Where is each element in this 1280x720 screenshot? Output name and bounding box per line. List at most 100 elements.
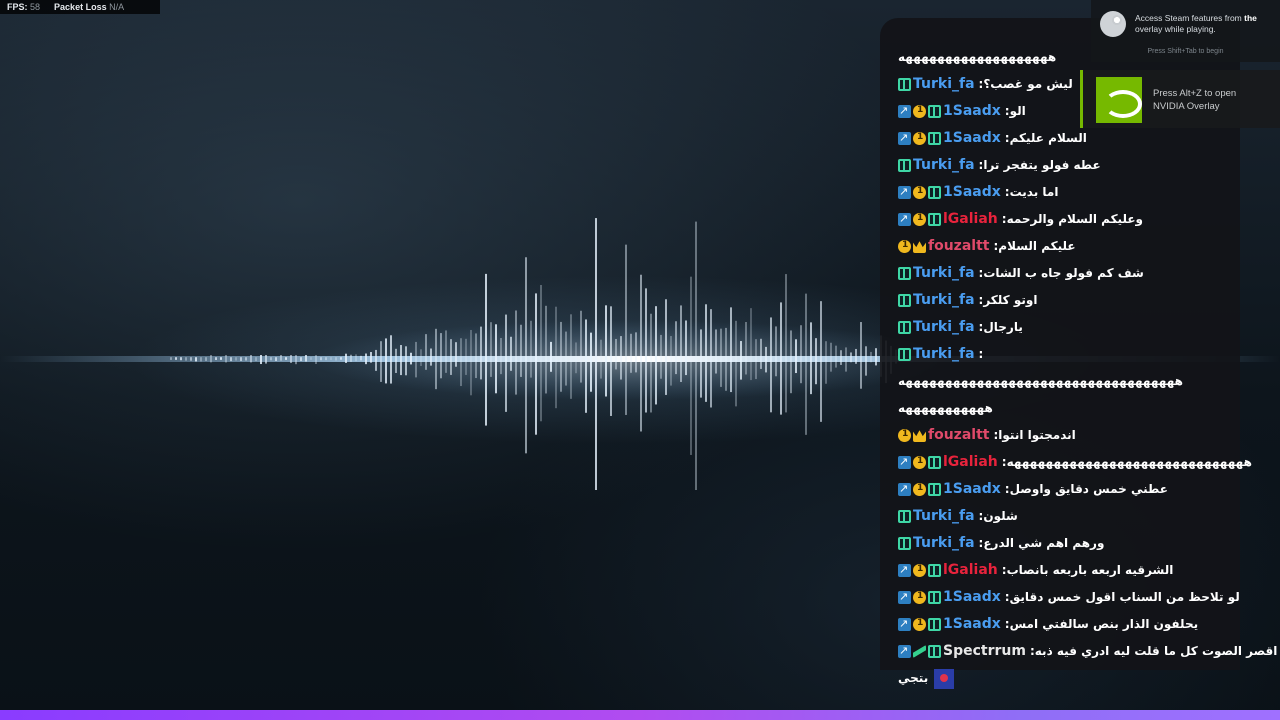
- green-badge-icon: [898, 159, 911, 172]
- waveform-bar: [385, 338, 387, 384]
- chat-message-text: لو تلاحظ من السناب اقول خمس دقايق: [1009, 590, 1240, 604]
- chat-username[interactable]: Turki_fa: [913, 530, 975, 557]
- waveform-bar: [660, 334, 662, 379]
- waveform-bar: [795, 339, 797, 374]
- waveform-bar: [310, 357, 312, 360]
- waveform-bar: [770, 317, 772, 413]
- chat-username[interactable]: fouzaltt: [928, 233, 989, 260]
- waveform-bar: [670, 336, 672, 386]
- chat-username[interactable]: Spectrrum: [943, 638, 1026, 665]
- chat-message: 1Saadx: اما بديت: [898, 178, 1238, 206]
- waveform-bar: [790, 330, 792, 394]
- chat-username[interactable]: Turki_fa: [913, 260, 975, 287]
- chat-message-text: وعليكم السلام والرحمه: [1006, 212, 1144, 226]
- waveform-bar: [520, 324, 522, 377]
- waveform-bar: [280, 355, 282, 361]
- gold-badge-icon: [913, 610, 926, 637]
- chat-message: Turki_fa:: [898, 341, 1238, 368]
- gold-badge-icon: [913, 475, 926, 502]
- chat-username[interactable]: 1Saadx: [943, 611, 1001, 638]
- waveform-bar: [220, 357, 222, 360]
- waveform-bar: [830, 342, 832, 372]
- chat-message: هههههههههههه: [898, 395, 1238, 422]
- chat-username[interactable]: Turki_fa: [913, 503, 975, 530]
- waveform-bar: [445, 330, 447, 373]
- waveform-bar: [755, 339, 757, 380]
- waveform-bar: [320, 357, 322, 361]
- chat-message: lGaliah: الشرقيه اربعه باربعه بانصاب: [898, 556, 1238, 584]
- waveform-bar: [375, 349, 377, 371]
- gold-badge-icon: [913, 178, 926, 205]
- chat-username[interactable]: Turki_fa: [913, 71, 975, 98]
- waveform-bar: [780, 302, 782, 415]
- chat-message: هههههههههههههههههههههههههههههههههههه: [898, 368, 1238, 395]
- green-badge-icon: [898, 321, 911, 334]
- chat-message: Turki_fa: ورهم اهم شي الدرع: [898, 530, 1238, 557]
- chat-message: lGaliah: ههههههههههههههههههههههههههههههه: [898, 448, 1252, 476]
- waveform-bar: [550, 341, 552, 372]
- green-badge-icon: [928, 591, 941, 604]
- nvidia-logo-icon: [1096, 77, 1142, 123]
- blue-badge-icon: [898, 556, 911, 583]
- chat-username[interactable]: lGaliah: [943, 206, 998, 233]
- gold-badge-icon: [913, 205, 926, 232]
- blue-badge-icon: [898, 583, 911, 610]
- waveform-bar: [615, 338, 617, 370]
- waveform-bar: [710, 309, 712, 408]
- chat-username[interactable]: 1Saadx: [943, 584, 1001, 611]
- waveform-bar: [335, 357, 337, 361]
- waveform-bar: [405, 346, 407, 376]
- chat-message: Turki_fa: شلون: [898, 503, 1238, 530]
- waveform-bar: [800, 325, 802, 384]
- waveform-bar: [595, 218, 597, 490]
- chat-username[interactable]: lGaliah: [943, 449, 998, 476]
- chat-message-text: ورهم اهم شي الدرع: [983, 536, 1105, 550]
- nvidia-notice-text: Press Alt+Z to open NVIDIA Overlay: [1153, 88, 1237, 112]
- chat-message: Spectrrum: اقصر الصوت كل ما قلت ليه ادري…: [898, 637, 1277, 665]
- waveform-bar: [515, 310, 517, 395]
- chat-username[interactable]: 1Saadx: [943, 179, 1001, 206]
- waveform-bar: [500, 338, 502, 375]
- waveform-bar: [725, 327, 727, 391]
- chat-message: Turki_fa: يارجال: [898, 314, 1238, 341]
- waveform-bar: [825, 341, 827, 384]
- waveform-bar: [250, 355, 252, 363]
- chat-message: lGaliah: وعليكم السلام والرحمه: [898, 205, 1238, 233]
- chat-username[interactable]: Turki_fa: [913, 341, 975, 368]
- waveform-bar: [765, 346, 767, 373]
- green-badge-icon: [928, 186, 941, 199]
- chat-username[interactable]: fouzaltt: [928, 422, 989, 449]
- waveform-bar: [295, 355, 297, 365]
- chat-username[interactable]: lGaliah: [943, 557, 998, 584]
- green-badge-icon: [928, 618, 941, 631]
- green-badge-icon: [928, 483, 941, 496]
- waveform-bar: [450, 339, 452, 375]
- chat-message: fouzaltt: عليكم السلام: [898, 232, 1238, 260]
- waveform-bar: [480, 326, 482, 380]
- waveform-bar: [630, 333, 632, 373]
- chat-username[interactable]: 1Saadx: [943, 98, 1001, 125]
- waveform-bar: [760, 338, 762, 369]
- waveform-bar: [200, 357, 202, 362]
- chat-username[interactable]: Turki_fa: [913, 152, 975, 179]
- chat-username[interactable]: 1Saadx: [943, 125, 1001, 152]
- chat-username[interactable]: Turki_fa: [913, 314, 975, 341]
- gold-badge-icon: [913, 583, 926, 610]
- chat-username[interactable]: Turki_fa: [913, 287, 975, 314]
- chat-message-list: هههههههههههههههههههه Turki_fa: ليش مو غصب…: [898, 44, 1277, 692]
- waveform-bar: [380, 341, 382, 382]
- green-badge-icon: [898, 78, 911, 91]
- chat-message-text: هههههههههههه: [898, 401, 993, 415]
- chat-username[interactable]: 1Saadx: [943, 476, 1001, 503]
- chat-message-text: شلون: [983, 509, 1018, 523]
- nvidia-overlay-notice: Press Alt+Z to open NVIDIA Overlay: [1080, 70, 1280, 128]
- waveform-bar: [255, 357, 257, 362]
- gold-badge-icon: [913, 448, 926, 475]
- green-badge-icon: [928, 564, 941, 577]
- waveform-bar: [820, 301, 822, 422]
- waveform-bar: [270, 357, 272, 361]
- chat-message-text: يحلفون الذار بنص سالفتي امس: [1009, 617, 1199, 631]
- chat-message: Turki_fa: شف كم فولو جاه ب الشات: [898, 260, 1238, 287]
- chat-message: بتجي: [898, 665, 1238, 692]
- waveform-bar: [210, 355, 212, 363]
